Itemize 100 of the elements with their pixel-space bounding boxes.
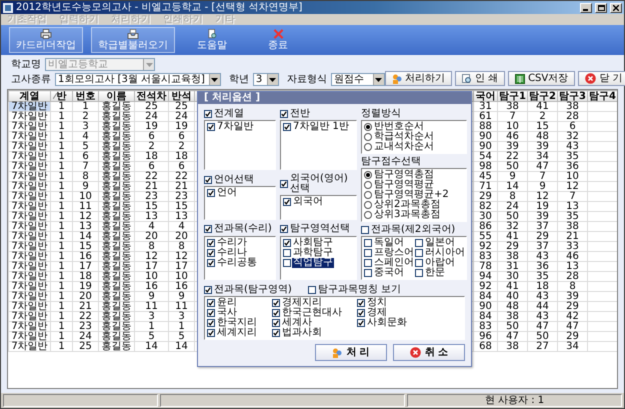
- checkbox[interactable]: [361, 226, 369, 234]
- action-button[interactable]: 처리하기: [384, 71, 452, 86]
- list-item[interactable]: 경제지리: [281, 298, 323, 308]
- checkbox[interactable]: [207, 299, 215, 307]
- checkbox[interactable]: [204, 176, 212, 184]
- column-header[interactable]: 반: [50, 90, 72, 102]
- column-header[interactable]: 탐구3: [558, 90, 588, 102]
- checkbox[interactable]: [415, 239, 423, 247]
- checkbox[interactable]: [272, 319, 280, 327]
- maximize-button[interactable]: [595, 2, 607, 12]
- checkbox[interactable]: [283, 238, 291, 247]
- checkbox[interactable]: [415, 259, 423, 267]
- radio-button[interactable]: [364, 123, 372, 131]
- list-item[interactable]: 수리공통: [216, 258, 258, 268]
- checkbox[interactable]: [357, 299, 365, 307]
- list-item[interactable]: 과학탐구: [292, 248, 334, 258]
- list-item[interactable]: 세계지리: [216, 328, 258, 338]
- checkbox[interactable]: [207, 189, 215, 198]
- checkbox[interactable]: [207, 123, 215, 131]
- list-item[interactable]: 한국근현대사: [281, 308, 343, 318]
- checkbox[interactable]: [280, 180, 288, 188]
- list-item[interactable]: 중국어: [373, 268, 405, 278]
- action-button[interactable]: 닫 기: [578, 71, 625, 86]
- list-item[interactable]: 일본어: [424, 238, 456, 248]
- column-header[interactable]: 탐구1: [498, 90, 528, 102]
- list-item[interactable]: 국사: [216, 308, 238, 318]
- list-item[interactable]: 한문: [424, 268, 446, 278]
- dialog-button[interactable]: 처 리: [315, 344, 387, 361]
- radio-button[interactable]: [364, 201, 372, 209]
- checkbox[interactable]: [364, 269, 372, 277]
- list-item[interactable]: 러시아어: [424, 248, 466, 258]
- radio-button[interactable]: [364, 211, 372, 219]
- list-item[interactable]: 프랑스어: [373, 248, 415, 258]
- checkbox[interactable]: [280, 225, 288, 234]
- checkbox[interactable]: [364, 239, 372, 247]
- list-item[interactable]: 정치: [366, 298, 388, 308]
- column-header[interactable]: 탐구2: [528, 90, 558, 102]
- dialog-button[interactable]: 취 소: [393, 344, 465, 361]
- radio-button[interactable]: [364, 143, 372, 151]
- checkbox[interactable]: [283, 248, 291, 257]
- checkbox[interactable]: [283, 123, 291, 131]
- checkbox[interactable]: [204, 110, 212, 118]
- checkbox[interactable]: [272, 299, 280, 307]
- list-item[interactable]: 한국지리: [216, 318, 258, 328]
- checkbox[interactable]: [204, 225, 212, 234]
- checkbox[interactable]: [207, 319, 215, 327]
- radio-button[interactable]: [364, 171, 372, 179]
- checkbox[interactable]: [204, 286, 212, 294]
- radio-button[interactable]: [364, 133, 372, 141]
- checkbox[interactable]: [308, 286, 316, 294]
- checkbox[interactable]: [415, 249, 423, 257]
- column-header[interactable]: 번호: [72, 90, 98, 102]
- checkbox[interactable]: [357, 319, 365, 327]
- list-item[interactable]: 사회탐구: [292, 238, 334, 248]
- checkbox[interactable]: [364, 249, 372, 257]
- list-item[interactable]: 법과사회: [281, 328, 323, 338]
- checkbox[interactable]: [207, 238, 215, 247]
- checkbox[interactable]: [272, 329, 280, 337]
- radio-button[interactable]: [364, 191, 372, 199]
- list-item[interactable]: 수리나: [216, 248, 248, 258]
- checkbox[interactable]: [364, 259, 372, 267]
- list-item[interactable]: 경제: [366, 308, 388, 318]
- list-item[interactable]: 세계사: [281, 318, 313, 328]
- list-item[interactable]: 윤리: [216, 298, 238, 308]
- column-header[interactable]: 이름: [98, 90, 134, 102]
- list-item[interactable]: 7차일반: [216, 122, 254, 132]
- column-header[interactable]: 전석차: [134, 90, 168, 102]
- checkbox[interactable]: [280, 110, 288, 118]
- column-header[interactable]: 국어: [474, 90, 498, 102]
- close-button[interactable]: [610, 2, 622, 12]
- checkbox[interactable]: [207, 309, 215, 317]
- list-item[interactable]: 직업탐구: [292, 258, 334, 268]
- column-header[interactable]: 탐구4: [588, 90, 617, 102]
- list-item[interactable]: 사회문화: [366, 318, 408, 328]
- checkbox[interactable]: [272, 309, 280, 317]
- toolbar-button[interactable]: 도움말: [183, 27, 241, 53]
- checkbox[interactable]: [283, 258, 291, 267]
- dropdown-field[interactable]: 1회모의고사 [3월 서울시교육청]: [55, 73, 221, 86]
- list-item[interactable]: 스페인어: [373, 258, 415, 268]
- checkbox[interactable]: [207, 329, 215, 337]
- list-item[interactable]: 독일어: [373, 238, 405, 248]
- list-item[interactable]: 수리가: [216, 238, 248, 248]
- dropdown-field[interactable]: 원점수: [330, 73, 385, 86]
- action-button[interactable]: CSV저장: [508, 71, 576, 86]
- checkbox[interactable]: [283, 198, 291, 206]
- dropdown-field[interactable]: 3: [252, 73, 279, 86]
- list-item[interactable]: 외국어: [292, 197, 324, 208]
- checkbox[interactable]: [357, 309, 365, 317]
- column-header[interactable]: 계열: [8, 90, 50, 102]
- column-header[interactable]: 반석: [168, 90, 194, 102]
- radio-button[interactable]: [364, 181, 372, 189]
- list-item[interactable]: 아랍어: [424, 258, 456, 268]
- action-button[interactable]: 인 쇄: [454, 71, 506, 86]
- checkbox[interactable]: [207, 258, 215, 267]
- toolbar-button[interactable]: 종료: [249, 27, 307, 53]
- list-item[interactable]: 언어: [216, 188, 238, 198]
- checkbox[interactable]: [207, 248, 215, 257]
- minimize-button[interactable]: [580, 2, 592, 12]
- checkbox[interactable]: [415, 269, 423, 277]
- list-item[interactable]: 7차일반 1반: [292, 122, 350, 132]
